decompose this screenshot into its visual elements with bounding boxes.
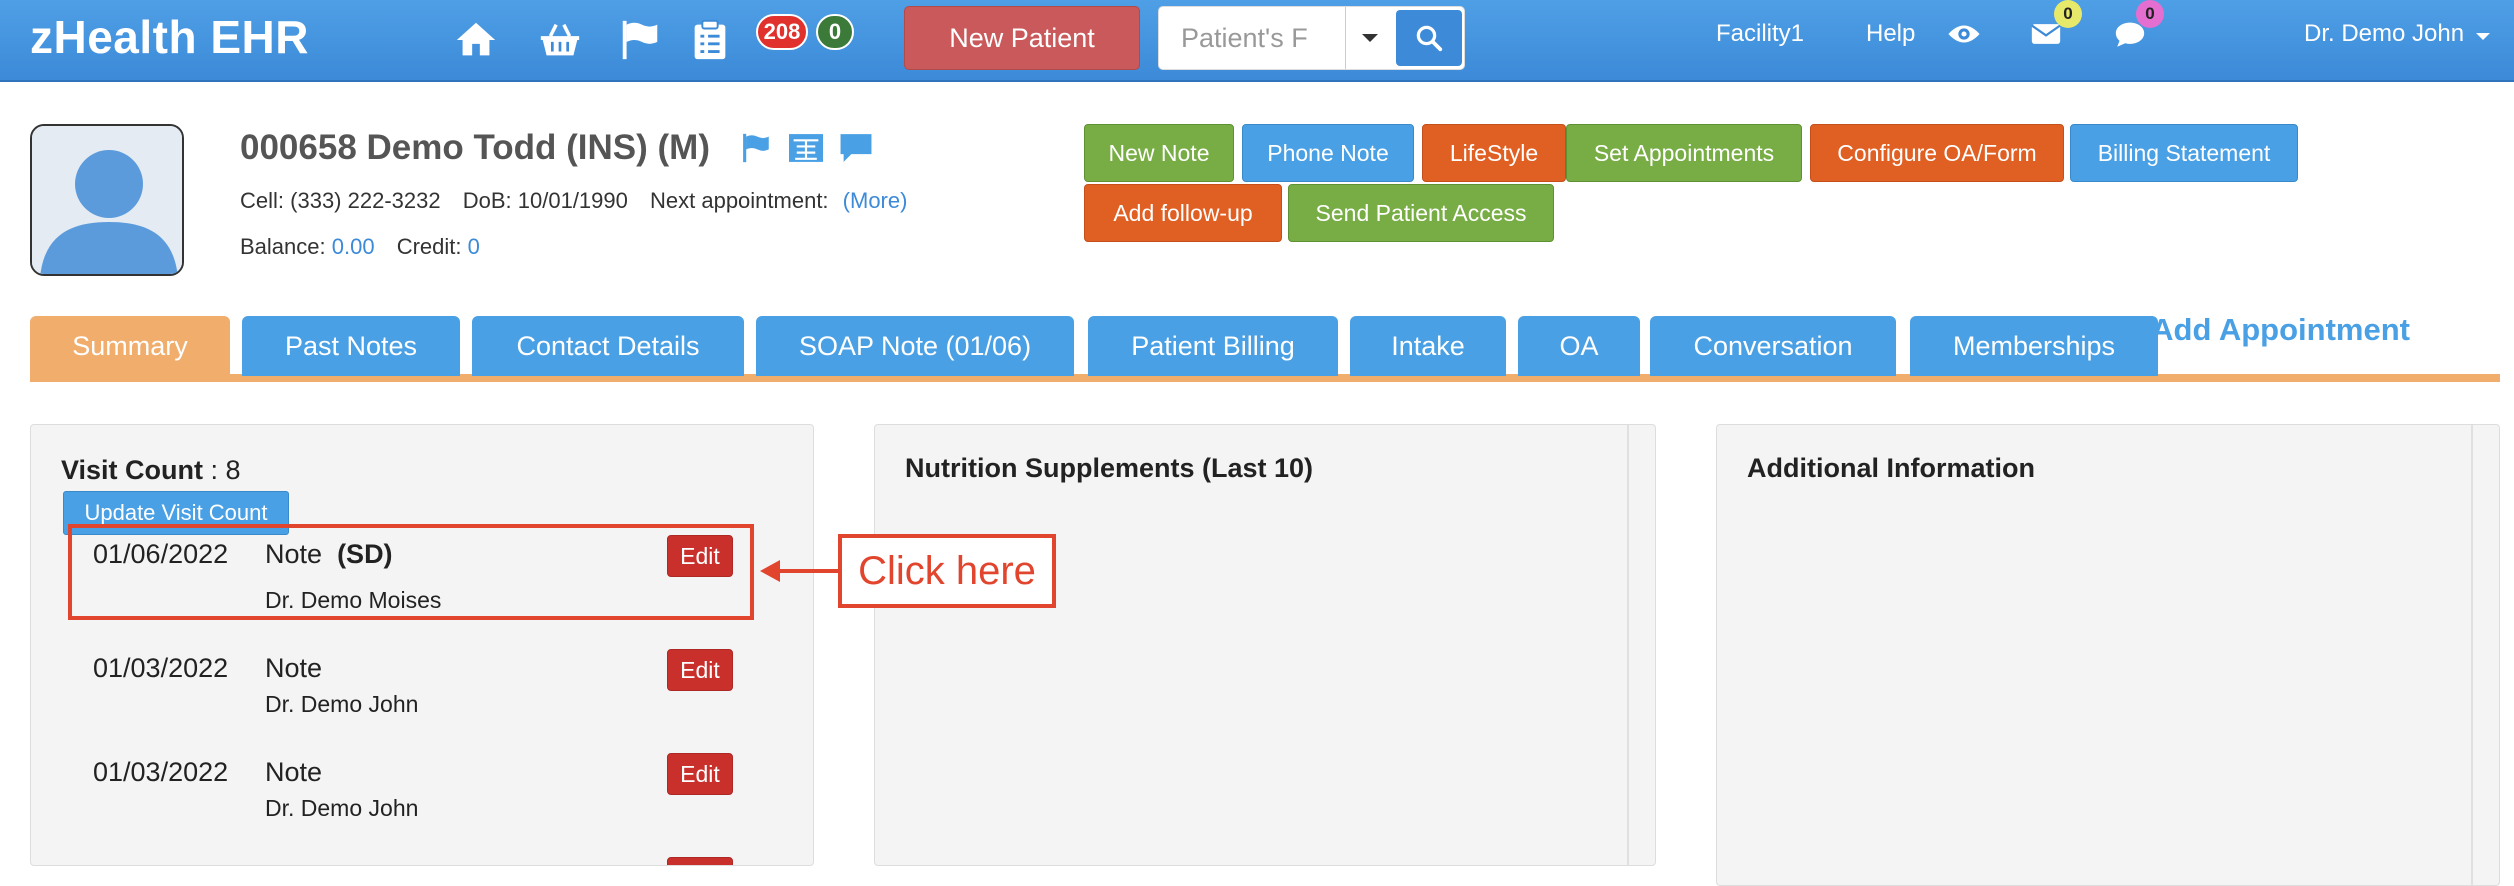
- send-patient-access-button[interactable]: Send Patient Access: [1288, 184, 1554, 242]
- new-patient-button[interactable]: New Patient: [904, 6, 1140, 70]
- eye-icon[interactable]: [1938, 8, 1990, 60]
- lifestyle-button[interactable]: LifeStyle: [1422, 124, 1566, 182]
- scroll-track: [813, 425, 814, 865]
- dob-value: 10/01/1990: [517, 188, 628, 213]
- patient-name: 000658 Demo Todd (INS) (M): [240, 128, 710, 167]
- facility-link[interactable]: Facility1: [1716, 20, 1804, 48]
- search-icon: [1416, 25, 1443, 52]
- message-icon[interactable]: [836, 128, 876, 168]
- tab-summary[interactable]: Summary: [30, 316, 230, 376]
- cell-label: Cell:: [240, 188, 285, 213]
- credit-value[interactable]: 0: [468, 234, 480, 259]
- visit-type: Note: [265, 653, 323, 683]
- set-appointments-button[interactable]: Set Appointments: [1566, 124, 1802, 182]
- balance-value[interactable]: 0.00: [332, 234, 375, 259]
- patient-flags: [736, 128, 876, 168]
- visit-date: 01/03/2022: [93, 653, 229, 683]
- patient-balance-line: Balance: 0.00 Credit: 0: [240, 234, 480, 260]
- patient-search-input[interactable]: [1159, 7, 1345, 69]
- flag-icon[interactable]: [614, 14, 666, 66]
- additional-info-panel: Additional Information: [1716, 424, 2500, 886]
- next-appointment-label: Next appointment:: [650, 188, 829, 213]
- top-navbar: zHealth EHR 208 0 New Patient Facility1 …: [0, 0, 2514, 82]
- dob-label: DoB:: [462, 188, 512, 213]
- cell-value: (333) 222-3232: [290, 188, 441, 213]
- tab-contact-details[interactable]: Contact Details: [472, 316, 744, 376]
- phone-note-button[interactable]: Phone Note: [1242, 124, 1414, 182]
- visit-doctor: Dr. Demo John: [265, 691, 419, 717]
- tab-memberships[interactable]: Memberships: [1910, 316, 2158, 376]
- chat-count-badge: 0: [2136, 0, 2164, 28]
- basket-icon[interactable]: [534, 14, 586, 66]
- visit-count-label: Visit Count: [61, 455, 204, 485]
- nutrition-panel: Nutrition Supplements (Last 10): [874, 424, 1656, 866]
- visit-date: 01/03/2022: [93, 757, 229, 787]
- balance-label: Balance:: [240, 234, 326, 259]
- arrow-left-icon: [760, 560, 840, 582]
- tab-intake[interactable]: Intake: [1350, 316, 1506, 376]
- credit-label: Credit:: [396, 234, 462, 259]
- search-dropdown-caret[interactable]: [1345, 7, 1393, 69]
- scroll-track: [2471, 425, 2473, 885]
- insurance-card-icon[interactable]: [786, 128, 826, 168]
- visit-type: Note: [265, 757, 323, 787]
- visit-count: Visit Count : 8: [61, 455, 241, 486]
- configure-oa-form-button[interactable]: Configure OA/Form: [1810, 124, 2064, 182]
- clipboard-icon[interactable]: [684, 14, 736, 66]
- click-here-callout: Click here: [838, 534, 1056, 608]
- additional-info-title: Additional Information: [1747, 453, 2035, 483]
- add-follow-up-button[interactable]: Add follow-up: [1084, 184, 1282, 242]
- tab-conversation[interactable]: Conversation: [1650, 316, 1896, 376]
- flag-icon[interactable]: [736, 128, 776, 168]
- patient-search: [1158, 6, 1465, 70]
- visit-doctor: Dr. Demo John: [265, 795, 419, 821]
- nutrition-title: Nutrition Supplements (Last 10): [905, 453, 1314, 483]
- visit-count-value: : 8: [210, 455, 241, 485]
- caret-down-icon: [2475, 33, 2490, 40]
- highlight-box: [68, 524, 754, 620]
- tasks-count-badge[interactable]: 0: [816, 14, 854, 50]
- tab-soap-note[interactable]: SOAP Note (01/06): [756, 316, 1074, 376]
- billing-statement-button[interactable]: Billing Statement: [2070, 124, 2298, 182]
- mail-count-badge: 0: [2054, 0, 2082, 28]
- visits-panel: Visit Count : 8 Update Visit Count 01/06…: [30, 424, 814, 866]
- help-link[interactable]: Help: [1866, 20, 1915, 48]
- alerts-count-badge[interactable]: 208: [756, 14, 808, 50]
- user-menu[interactable]: Dr. Demo John: [2304, 20, 2491, 48]
- user-silhouette-icon: [32, 126, 182, 274]
- new-note-button[interactable]: New Note: [1084, 124, 1234, 182]
- tab-patient-billing[interactable]: Patient Billing: [1088, 316, 1338, 376]
- patient-avatar[interactable]: [30, 124, 184, 276]
- next-appointment-more-link[interactable]: (More): [843, 188, 908, 213]
- tab-oa[interactable]: OA: [1518, 316, 1640, 376]
- search-button[interactable]: [1396, 10, 1462, 66]
- patient-contact-line: Cell: (333) 222-3232 DoB: 10/01/1990 Nex…: [240, 188, 907, 214]
- home-icon[interactable]: [450, 14, 502, 66]
- user-name: Dr. Demo John: [2304, 20, 2465, 47]
- add-appointment-link[interactable]: Add Appointment: [2130, 312, 2410, 348]
- app-brand[interactable]: zHealth EHR: [30, 10, 309, 64]
- scroll-track: [1627, 425, 1629, 865]
- tab-past-notes[interactable]: Past Notes: [242, 316, 460, 376]
- edit-button-partial[interactable]: [667, 857, 733, 865]
- edit-button[interactable]: Edit: [667, 753, 733, 795]
- edit-button[interactable]: Edit: [667, 649, 733, 691]
- chevron-down-icon: [1361, 34, 1378, 42]
